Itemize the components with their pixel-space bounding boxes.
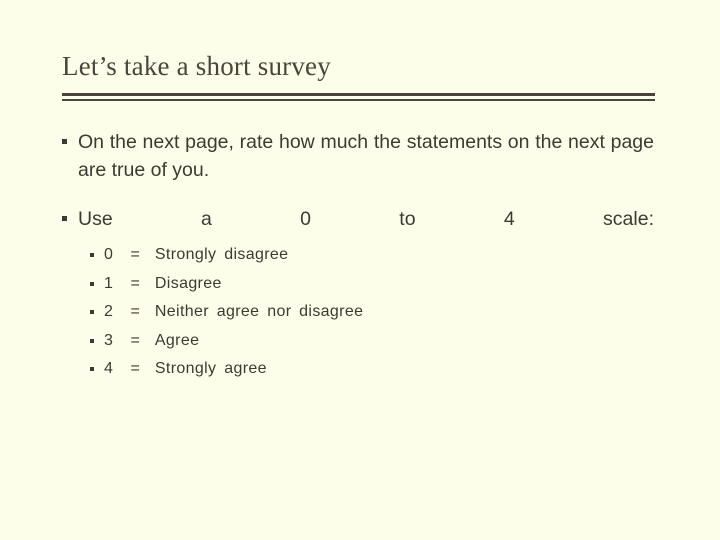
- slide-body: On the next page, rate how much the stat…: [62, 128, 654, 384]
- page-title: Let’s take a short survey: [62, 51, 331, 81]
- scale-equals: =: [130, 360, 140, 377]
- scale-equals: =: [130, 246, 140, 263]
- list-item: 0 = Strongly disagree: [90, 241, 654, 270]
- scale-equals: =: [130, 331, 140, 349]
- scale-key: 0: [104, 246, 113, 263]
- presentation-slide: Let’s take a short survey On the next pa…: [0, 0, 720, 540]
- square-bullet-icon: [62, 139, 67, 144]
- title-divider: [62, 93, 655, 101]
- bullet-item-scale-heading-label: Use a 0 to 4 scale:: [78, 208, 654, 230]
- bullet-item-scale-heading: Use a 0 to 4 scale:: [62, 205, 654, 233]
- scale-label: Disagree: [154, 274, 222, 292]
- square-bullet-icon: [90, 281, 94, 286]
- divider-rule-thin: [62, 99, 655, 101]
- list-item: 2 = Neither agree nor disagree: [90, 298, 654, 327]
- square-bullet-icon: [90, 367, 94, 371]
- scale-key: 2: [104, 303, 113, 320]
- list-item: 4 = Strongly agree: [90, 355, 654, 384]
- scale-list: 0 = Strongly disagree 1 = Disagree 2 = N…: [90, 241, 654, 384]
- scale-key: 3: [104, 331, 113, 349]
- scale-label: Strongly disagree: [154, 246, 289, 263]
- scale-equals: =: [130, 303, 140, 320]
- list-item: 1 = Disagree: [90, 270, 654, 299]
- square-bullet-icon: [90, 253, 94, 257]
- bullet-item-instructions-label: On the next page, rate how much the stat…: [78, 131, 654, 181]
- square-bullet-icon: [62, 216, 67, 221]
- square-bullet-icon: [90, 310, 94, 314]
- scale-label: Neither agree nor disagree: [154, 303, 364, 320]
- list-item: 3 = Agree: [90, 327, 654, 356]
- scale-label: Strongly agree: [154, 360, 267, 377]
- bullet-spacer: [62, 188, 654, 205]
- scale-key: 1: [104, 274, 113, 292]
- bullet-item-instructions: On the next page, rate how much the stat…: [62, 128, 654, 184]
- square-bullet-icon: [90, 338, 94, 343]
- scale-label: Agree: [154, 331, 200, 349]
- scale-equals: =: [130, 274, 140, 292]
- scale-key: 4: [104, 360, 113, 377]
- title-block: Let’s take a short survey: [62, 50, 656, 82]
